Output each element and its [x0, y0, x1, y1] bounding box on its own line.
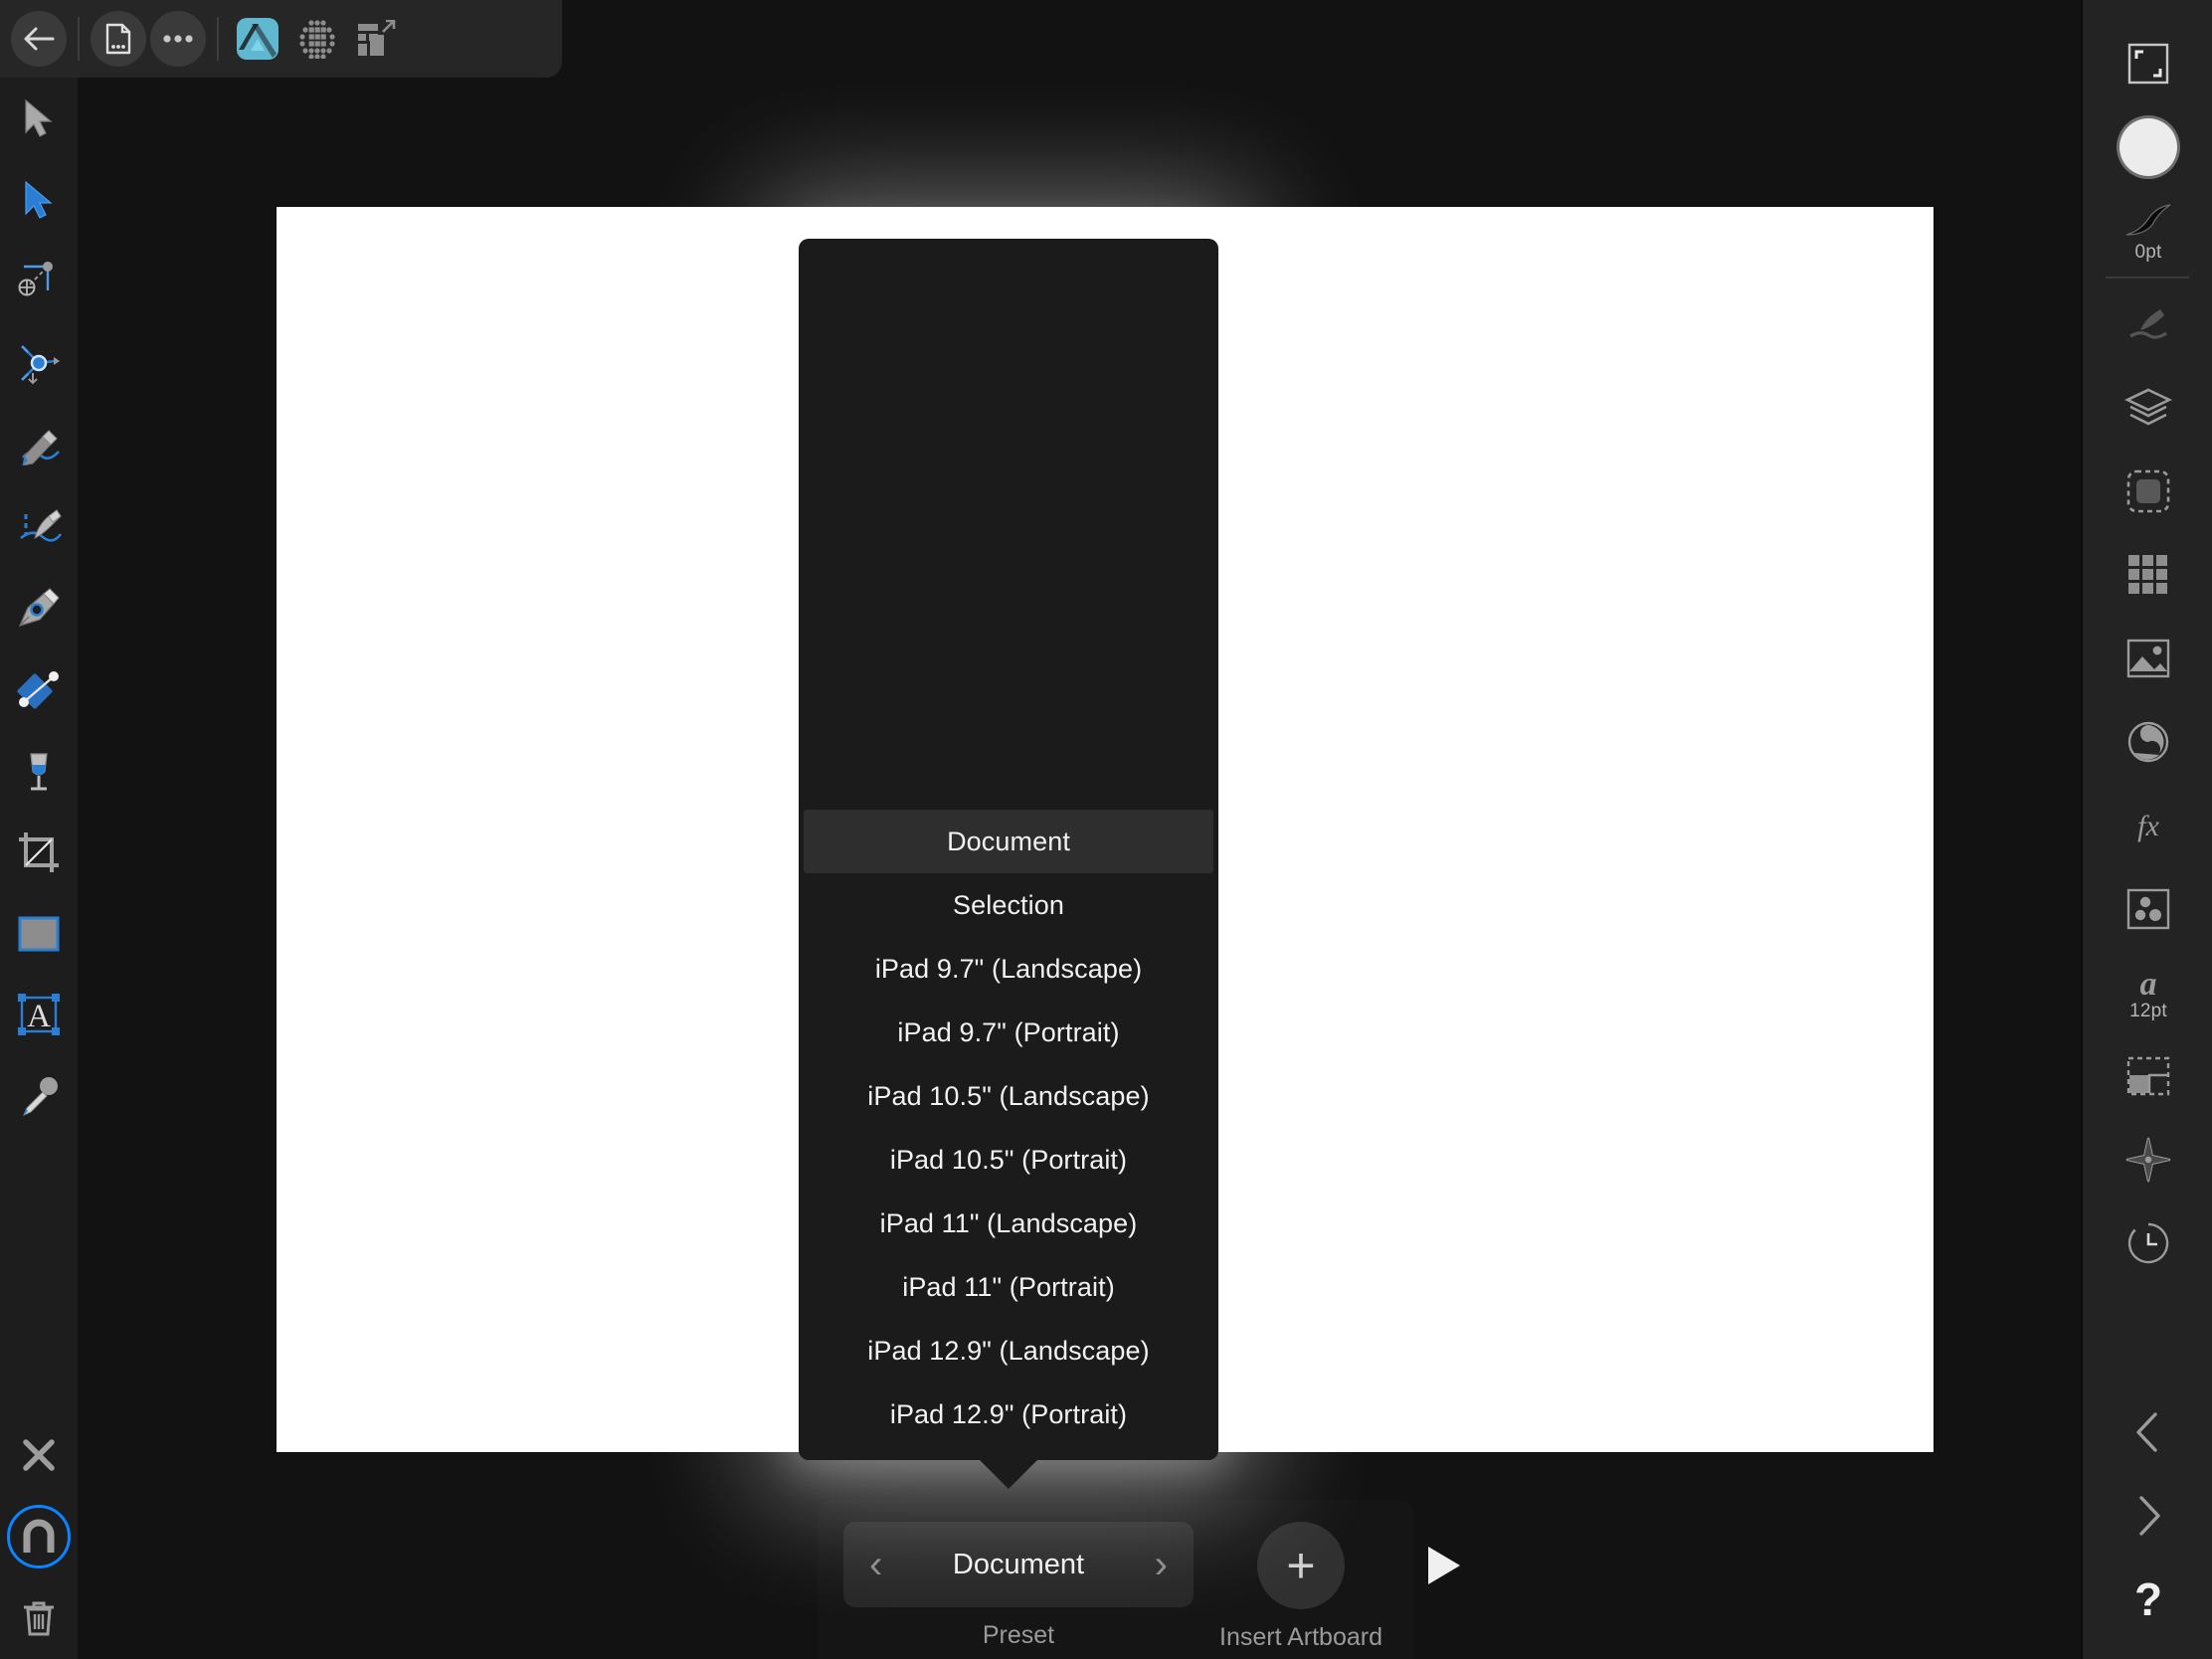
- image-placement-icon[interactable]: [2083, 617, 2212, 700]
- menu-item[interactable]: iPad 11" (Landscape): [799, 1192, 1218, 1255]
- document-menu-icon: [91, 11, 146, 67]
- play-icon: [1428, 1547, 1460, 1584]
- layers-icon[interactable]: [2083, 366, 2212, 450]
- menu-item[interactable]: iPad 10.5" (Landscape): [799, 1064, 1218, 1128]
- chevron-left-icon[interactable]: ‹: [869, 1545, 882, 1584]
- svg-text:fx: fx: [2137, 810, 2159, 842]
- close-icon[interactable]: [0, 1414, 78, 1496]
- menu-item[interactable]: iPad 9.7" (Landscape): [799, 937, 1218, 1001]
- insert-artboard-caption: Insert Artboard: [1219, 1623, 1382, 1651]
- pen-tool[interactable]: [0, 567, 78, 648]
- corner-tool[interactable]: [0, 241, 78, 322]
- redo-chevron-right-icon[interactable]: [2083, 1474, 2212, 1558]
- document-bounds-icon[interactable]: [2083, 22, 2212, 105]
- node-tool[interactable]: [0, 159, 78, 241]
- more-options-icon: [150, 11, 206, 67]
- artboard-preset-menu[interactable]: Document Selection iPad 9.7" (Landscape)…: [799, 239, 1218, 1489]
- insert-artboard-button[interactable]: +: [1256, 1522, 1345, 1609]
- vector-brush-tool[interactable]: [0, 485, 78, 567]
- affinity-designer-app: A 0pt fx a 12pt ? Document Selection iPa…: [0, 0, 2212, 1659]
- menu-item[interactable]: Document: [804, 810, 1213, 873]
- context-toolbar: ‹ Document › Preset + Insert Artboard: [818, 1500, 1414, 1659]
- export-persona-button[interactable]: [347, 9, 407, 69]
- character-size-label: 12pt: [2129, 1000, 2167, 1021]
- svg-text:A: A: [27, 999, 51, 1034]
- swatches-grid-icon[interactable]: [2083, 533, 2212, 617]
- adjustment-icon[interactable]: [2083, 700, 2212, 784]
- svg-text:a: a: [2140, 966, 2157, 1000]
- document-menu-button[interactable]: [89, 9, 148, 69]
- rail-divider: [2106, 276, 2189, 278]
- designer-persona-button[interactable]: [228, 9, 287, 69]
- menu-item[interactable]: iPad 10.5" (Portrait): [799, 1128, 1218, 1192]
- tool-rail: A: [0, 78, 78, 1659]
- help-question-label: ?: [2133, 1573, 2163, 1625]
- brushes-icon[interactable]: [2083, 282, 2212, 366]
- pixel-persona-icon: [289, 11, 345, 67]
- top-toolbar: [0, 0, 562, 78]
- menu-item[interactable]: Selection: [799, 873, 1218, 937]
- text-frame-tool[interactable]: A: [0, 975, 78, 1056]
- transform-tool[interactable]: [0, 322, 78, 404]
- pixel-persona-button[interactable]: [287, 9, 347, 69]
- artboard-preset-menu-list: Document Selection iPad 9.7" (Landscape)…: [799, 810, 1218, 1460]
- menu-item[interactable]: iPad 9.7" (Portrait): [799, 1001, 1218, 1064]
- rectangle-tool[interactable]: [0, 893, 78, 975]
- trash-icon[interactable]: [0, 1577, 78, 1659]
- plus-icon: +: [1286, 1538, 1316, 1593]
- flood-fill-tool[interactable]: [0, 730, 78, 812]
- chevron-right-icon[interactable]: ›: [1155, 1545, 1168, 1584]
- preset-control-group: ‹ Document › Preset: [843, 1522, 1194, 1659]
- studio-panel-rail: 0pt fx a 12pt ?: [2081, 0, 2212, 1659]
- navigator-icon[interactable]: [2083, 1118, 2212, 1201]
- help-question-icon[interactable]: ?: [2083, 1558, 2212, 1641]
- export-persona-icon: [349, 11, 405, 67]
- preset-value: Document: [952, 1548, 1085, 1580]
- assets-icon[interactable]: [2083, 867, 2212, 951]
- preset-stepper[interactable]: ‹ Document ›: [843, 1522, 1194, 1607]
- colour-picker-tool[interactable]: [0, 1056, 78, 1138]
- effects-fx-icon[interactable]: fx: [2083, 784, 2212, 867]
- back-arrow-icon: [11, 11, 67, 67]
- colour-swatch-icon[interactable]: [2083, 105, 2212, 189]
- fill-tool[interactable]: [0, 648, 78, 730]
- play-button[interactable]: [1422, 1544, 1466, 1587]
- history-icon[interactable]: [2083, 1201, 2212, 1285]
- menu-item[interactable]: iPad 12.9" (Portrait): [799, 1382, 1218, 1446]
- magnet-snapping-icon[interactable]: [0, 1496, 78, 1577]
- tool-rail-footer: [0, 1414, 78, 1659]
- back-button[interactable]: [9, 9, 69, 69]
- more-options-button[interactable]: [148, 9, 208, 69]
- pencil-tool[interactable]: [0, 404, 78, 485]
- rail-footer: ?: [2083, 1390, 2212, 1641]
- snapping-active-ring: [7, 1505, 71, 1568]
- transform-panel-icon[interactable]: [2083, 1034, 2212, 1118]
- current-fill-swatch: [2120, 118, 2177, 176]
- move-tool[interactable]: [0, 78, 78, 159]
- toolbar-divider-1: [78, 17, 80, 61]
- stroke-width-control[interactable]: 0pt: [2083, 189, 2212, 273]
- popover-tail: [979, 1459, 1038, 1489]
- character-text-icon[interactable]: a 12pt: [2083, 951, 2212, 1034]
- selection-icon[interactable]: [2083, 450, 2212, 533]
- undo-chevron-left-icon[interactable]: [2083, 1390, 2212, 1474]
- stroke-width-label: 0pt: [2134, 241, 2162, 263]
- crop-tool[interactable]: [0, 812, 78, 893]
- menu-item[interactable]: iPad 11" (Portrait): [799, 1255, 1218, 1319]
- menu-item[interactable]: iPad 12.9" (Landscape): [799, 1319, 1218, 1382]
- insert-artboard-group: + Insert Artboard: [1219, 1522, 1382, 1659]
- affinity-designer-persona-icon: [230, 11, 285, 67]
- toolbar-divider-2: [217, 17, 219, 61]
- preset-caption: Preset: [982, 1621, 1055, 1649]
